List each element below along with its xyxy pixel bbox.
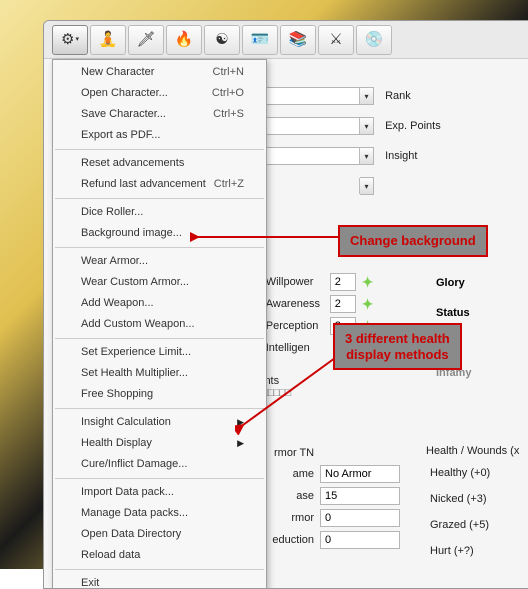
armor-name-input[interactable] — [320, 465, 400, 483]
toolbar: ⚙▾ 🧘 🗡 🔥 ☯ 🪪 📚 ⚔ 💿 — [44, 21, 528, 59]
menu-separator — [55, 569, 264, 570]
rank-dropdown[interactable] — [264, 87, 374, 105]
chevron-down-icon[interactable]: ▾ — [359, 178, 373, 194]
menu-item[interactable]: Insight Calculation▶ — [53, 412, 266, 433]
armor-reduction-input[interactable] — [320, 531, 400, 549]
exp-dropdown[interactable] — [264, 117, 374, 135]
toolbar-btn-yinyang[interactable]: ☯ — [204, 25, 240, 55]
glory-header: Glory — [436, 277, 508, 289]
menu-separator — [55, 478, 264, 479]
menu-item[interactable]: Health Display▶ — [53, 433, 266, 454]
menu-item[interactable]: Set Health Multiplier... — [53, 363, 266, 384]
armor-base-label: ase — [266, 490, 314, 502]
menu-item[interactable]: Open Character...Ctrl+O — [53, 83, 266, 104]
menu-item[interactable]: Import Data pack... — [53, 482, 266, 503]
menu-item[interactable]: Set Experience Limit... — [53, 342, 266, 363]
chevron-down-icon[interactable]: ▾ — [359, 118, 373, 134]
menu-item[interactable]: Manage Data packs... — [53, 503, 266, 524]
exp-label: Exp. Points — [385, 120, 441, 132]
trait-input-awareness[interactable] — [330, 295, 356, 313]
menu-item[interactable]: Refund last advancementCtrl+Z — [53, 174, 266, 195]
armor-armor-input[interactable] — [320, 509, 400, 527]
chevron-right-icon: ▶ — [237, 415, 244, 430]
status-header: Status — [436, 307, 508, 319]
menu-separator — [55, 247, 264, 248]
health-level-nicked: Nicked (+3) — [430, 493, 528, 505]
toolbar-btn-gear[interactable]: ⚙▾ — [52, 25, 88, 55]
trait-label-intelligen: Intelligen — [266, 342, 324, 354]
trait-input-willpower[interactable] — [330, 273, 356, 291]
main-menu: New CharacterCtrl+NOpen Character...Ctrl… — [52, 59, 267, 589]
menu-separator — [55, 198, 264, 199]
toolbar-btn-books[interactable]: 📚 — [280, 25, 316, 55]
menu-separator — [55, 149, 264, 150]
chevron-down-icon[interactable]: ▾ — [359, 88, 373, 104]
menu-separator — [55, 408, 264, 409]
armor-name-label: ame — [266, 468, 314, 480]
armor-reduction-label: eduction — [266, 534, 314, 546]
health-header: Health / Wounds (x — [426, 445, 528, 457]
menu-item[interactable]: Add Custom Weapon... — [53, 314, 266, 335]
toolbar-btn-swords[interactable]: ⚔ — [318, 25, 354, 55]
menu-item[interactable]: Exit — [53, 573, 266, 589]
toolbar-btn-character[interactable]: 🧘 — [90, 25, 126, 55]
health-level-grazed: Grazed (+5) — [430, 519, 528, 531]
callout-change-background: Change background — [338, 225, 488, 257]
menu-item[interactable]: Save Character...Ctrl+S — [53, 104, 266, 125]
menu-item[interactable]: New CharacterCtrl+N — [53, 62, 266, 83]
armor-armor-label: rmor — [266, 512, 314, 524]
menu-item[interactable]: Wear Custom Armor... — [53, 272, 266, 293]
menu-item[interactable]: Cure/Inflict Damage... — [53, 454, 266, 475]
menu-item[interactable]: Add Weapon... — [53, 293, 266, 314]
menu-item[interactable]: Wear Armor... — [53, 251, 266, 272]
menu-item[interactable]: Free Shopping — [53, 384, 266, 405]
toolbar-btn-fire[interactable]: 🔥 — [166, 25, 202, 55]
callout-health-display: 3 different health display methods — [333, 323, 462, 370]
trait-label-willpower: Willpower — [266, 276, 324, 288]
health-level-healthy: Healthy (+0) — [430, 467, 528, 479]
menu-item[interactable]: Reload data — [53, 545, 266, 566]
insight-dropdown[interactable] — [264, 147, 374, 165]
chevron-down-icon[interactable]: ▾ — [359, 148, 373, 164]
menu-item[interactable]: Reset advancements — [53, 153, 266, 174]
insight-label: Insight — [385, 150, 417, 162]
plus-icon[interactable]: ✦ — [362, 274, 374, 291]
toolbar-btn-weapon[interactable]: 🗡 — [128, 25, 164, 55]
trait-label-awareness: Awareness — [266, 298, 324, 310]
chevron-right-icon: ▶ — [237, 436, 244, 451]
health-level-hurt: Hurt (+?) — [430, 545, 528, 557]
menu-separator — [55, 338, 264, 339]
toolbar-btn-id[interactable]: 🪪 — [242, 25, 278, 55]
menu-item[interactable]: Export as PDF... — [53, 125, 266, 146]
menu-item[interactable]: Open Data Directory — [53, 524, 266, 545]
armor-header: rmor TN — [274, 447, 424, 459]
menu-item[interactable]: Dice Roller... — [53, 202, 266, 223]
menu-item[interactable]: Background image... — [53, 223, 266, 244]
armor-base-input[interactable] — [320, 487, 400, 505]
trait-label-perception: Perception — [266, 320, 324, 332]
rank-label: Rank — [385, 90, 411, 102]
plus-icon[interactable]: ✦ — [362, 296, 374, 313]
toolbar-btn-disc[interactable]: 💿 — [356, 25, 392, 55]
